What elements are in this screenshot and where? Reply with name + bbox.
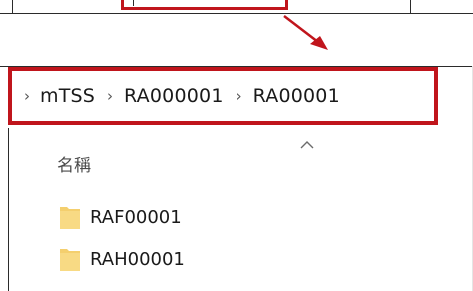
list-item[interactable]: RAF00001 (58, 202, 182, 232)
pane-divider (8, 128, 9, 291)
chevron-right-icon[interactable]: › (24, 87, 30, 105)
divider (410, 0, 411, 13)
address-breadcrumb[interactable]: › mTSS › RA000001 › RA00001 (8, 67, 438, 125)
file-name: RAH00001 (90, 248, 185, 270)
folder-icon (58, 245, 82, 273)
divider (12, 0, 13, 13)
column-header-name[interactable]: 名稱 (57, 151, 91, 176)
highlight-box-top (121, 0, 288, 10)
breadcrumb-item-ra000001[interactable]: RA000001 (124, 85, 224, 107)
chevron-right-icon[interactable]: › (107, 87, 113, 105)
top-crop-strip (0, 0, 473, 14)
annotation-arrow (283, 15, 328, 50)
breadcrumb-item-ra00001[interactable]: RA00001 (253, 85, 340, 107)
list-item[interactable]: RAH00001 (58, 244, 185, 274)
file-explorer-window: › mTSS › RA000001 › RA00001 名稱 RAF00001 … (0, 66, 473, 291)
file-name: RAF00001 (90, 206, 182, 228)
folder-icon (58, 203, 82, 231)
chevron-right-icon[interactable]: › (236, 87, 242, 105)
divider (133, 0, 134, 6)
breadcrumb-item-mtss[interactable]: mTSS (40, 85, 95, 107)
sort-ascending-icon[interactable] (300, 140, 314, 150)
